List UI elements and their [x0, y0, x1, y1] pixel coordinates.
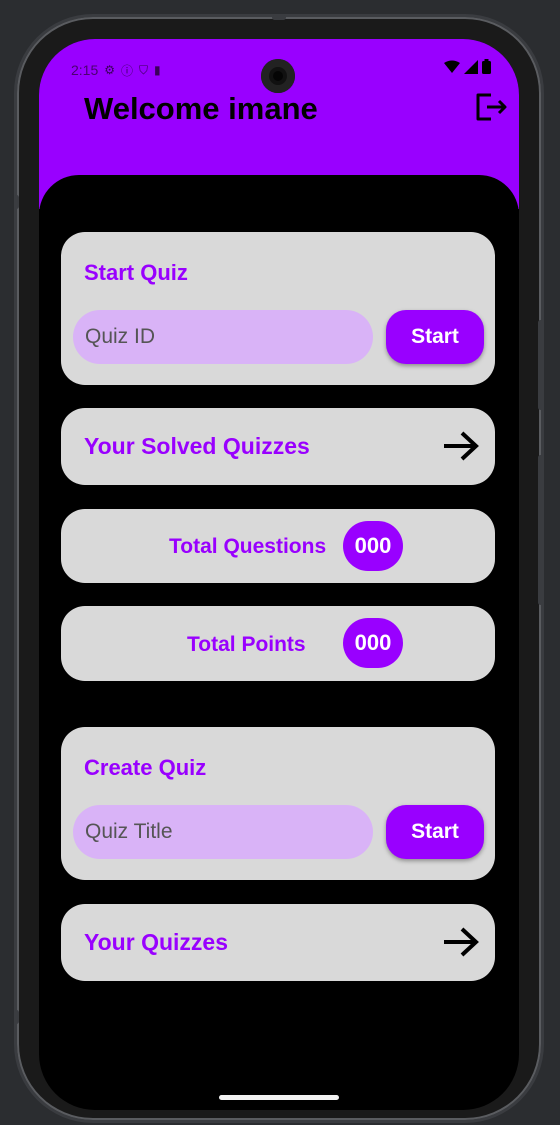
quiz-id-input[interactable] — [73, 310, 373, 364]
wifi-icon — [444, 60, 460, 73]
signal-icon — [464, 59, 478, 74]
status-time: 2:15 — [71, 62, 99, 78]
solved-quizzes-button[interactable]: Your Solved Quizzes — [61, 408, 495, 485]
create-quiz-card: Create Quiz Start — [61, 727, 495, 880]
total-questions-label: Total Questions — [169, 535, 327, 558]
sd-card-icon: ▮ — [154, 63, 161, 77]
info-icon: ⓘ — [121, 63, 134, 78]
volume-button — [538, 455, 543, 605]
arrow-right-icon — [444, 927, 479, 957]
total-points-card: Total Points 000 — [61, 606, 495, 681]
side-button-left — [14, 195, 19, 209]
total-questions-card: Total Questions 000 — [61, 509, 495, 583]
create-quiz-button[interactable]: Start — [386, 805, 484, 859]
power-button — [538, 320, 543, 410]
camera-cutout — [261, 59, 295, 93]
your-quizzes-label: Your Quizzes — [84, 929, 228, 955]
quiz-title-input[interactable] — [73, 805, 373, 859]
start-quiz-button[interactable]: Start — [386, 310, 484, 364]
your-quizzes-button[interactable]: Your Quizzes — [61, 904, 495, 981]
app-screen: 2:15 ⚙ ⓘ ⛉ ▮ Welcome imane Start Quiz St… — [39, 39, 519, 1110]
header-curve — [39, 175, 519, 235]
total-points-value: 000 — [343, 618, 403, 668]
battery-icon — [482, 59, 491, 74]
total-points-label: Total Points — [187, 633, 306, 656]
solved-quizzes-label: Your Solved Quizzes — [84, 433, 310, 459]
logout-icon[interactable] — [473, 89, 509, 125]
status-right — [444, 59, 491, 74]
start-quiz-title: Start Quiz — [84, 260, 188, 285]
settings-icon: ⚙ — [104, 63, 116, 77]
total-questions-value: 000 — [343, 521, 403, 571]
create-quiz-title: Create Quiz — [84, 755, 207, 780]
shield-icon: ⛉ — [139, 62, 149, 77]
side-button-left-bottom — [14, 1010, 19, 1024]
home-indicator[interactable] — [219, 1095, 339, 1100]
arrow-right-icon — [444, 431, 479, 461]
top-sensor — [272, 15, 286, 20]
page-title: Welcome imane — [84, 91, 318, 126]
start-quiz-card: Start Quiz Start — [61, 232, 495, 385]
